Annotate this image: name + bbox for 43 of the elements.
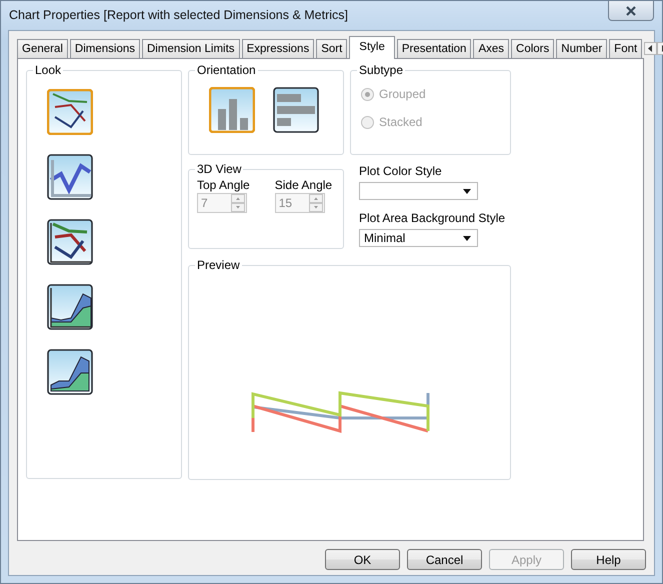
- tab[interactable]: General: [17, 39, 68, 58]
- window-title: Chart Properties [Report with selected Dimensions & Metrics]: [9, 8, 348, 22]
- tab[interactable]: Sort: [316, 39, 348, 58]
- caret-icon: [463, 236, 471, 240]
- field-label: Top Angle: [197, 178, 250, 192]
- line-shadow-chart-icon[interactable]: [47, 219, 93, 265]
- tab[interactable]: Presentation: [396, 39, 472, 58]
- radio-label: Grouped: [379, 87, 426, 101]
- vertical-bars-icon[interactable]: [209, 87, 255, 133]
- tab[interactable]: Style: [349, 36, 395, 59]
- field-label: Plot Area Background Style: [359, 211, 506, 225]
- line-chart-icon[interactable]: [47, 89, 93, 135]
- line-3d-chart-icon[interactable]: [47, 154, 93, 200]
- tab[interactable]: Font: [609, 39, 642, 58]
- group-label: Orientation: [196, 63, 257, 77]
- caret-icon: [463, 188, 471, 194]
- tab[interactable]: Number: [556, 39, 608, 58]
- close-button[interactable]: [608, 1, 654, 21]
- close-icon: [625, 6, 637, 16]
- radio-label: Stacked: [379, 115, 422, 129]
- spin-up-icon[interactable]: [308, 194, 323, 203]
- area-chart-icon[interactable]: [47, 284, 93, 330]
- tab[interactable]: Axes: [473, 39, 510, 58]
- spin-down-icon[interactable]: [231, 203, 245, 212]
- group-label: Subtype: [358, 63, 404, 77]
- tab[interactable]: Dimensions: [70, 39, 140, 58]
- area-3d-chart-icon[interactable]: [47, 349, 93, 395]
- dialog-button[interactable]: OK: [325, 549, 400, 570]
- group-label: Look: [34, 63, 62, 77]
- tab[interactable]: Expressions: [242, 39, 314, 58]
- spin-up-icon[interactable]: [231, 194, 245, 203]
- tab[interactable]: Colors: [511, 39, 554, 58]
- dropdown[interactable]: Minimal: [359, 229, 478, 247]
- field-label: Side Angle: [274, 178, 332, 192]
- tab[interactable]: Dimension Limits: [142, 39, 240, 58]
- field-label: Plot Color Style: [359, 164, 443, 178]
- scroll-left-icon[interactable]: [644, 42, 658, 55]
- dialog-button[interactable]: Help: [571, 549, 646, 570]
- horizontal-bars-icon[interactable]: [273, 87, 319, 133]
- dialog-button[interactable]: Cancel: [407, 549, 482, 570]
- spin-down-icon[interactable]: [308, 203, 323, 212]
- group-label: Preview: [196, 258, 241, 272]
- group-label: 3D View: [196, 162, 242, 176]
